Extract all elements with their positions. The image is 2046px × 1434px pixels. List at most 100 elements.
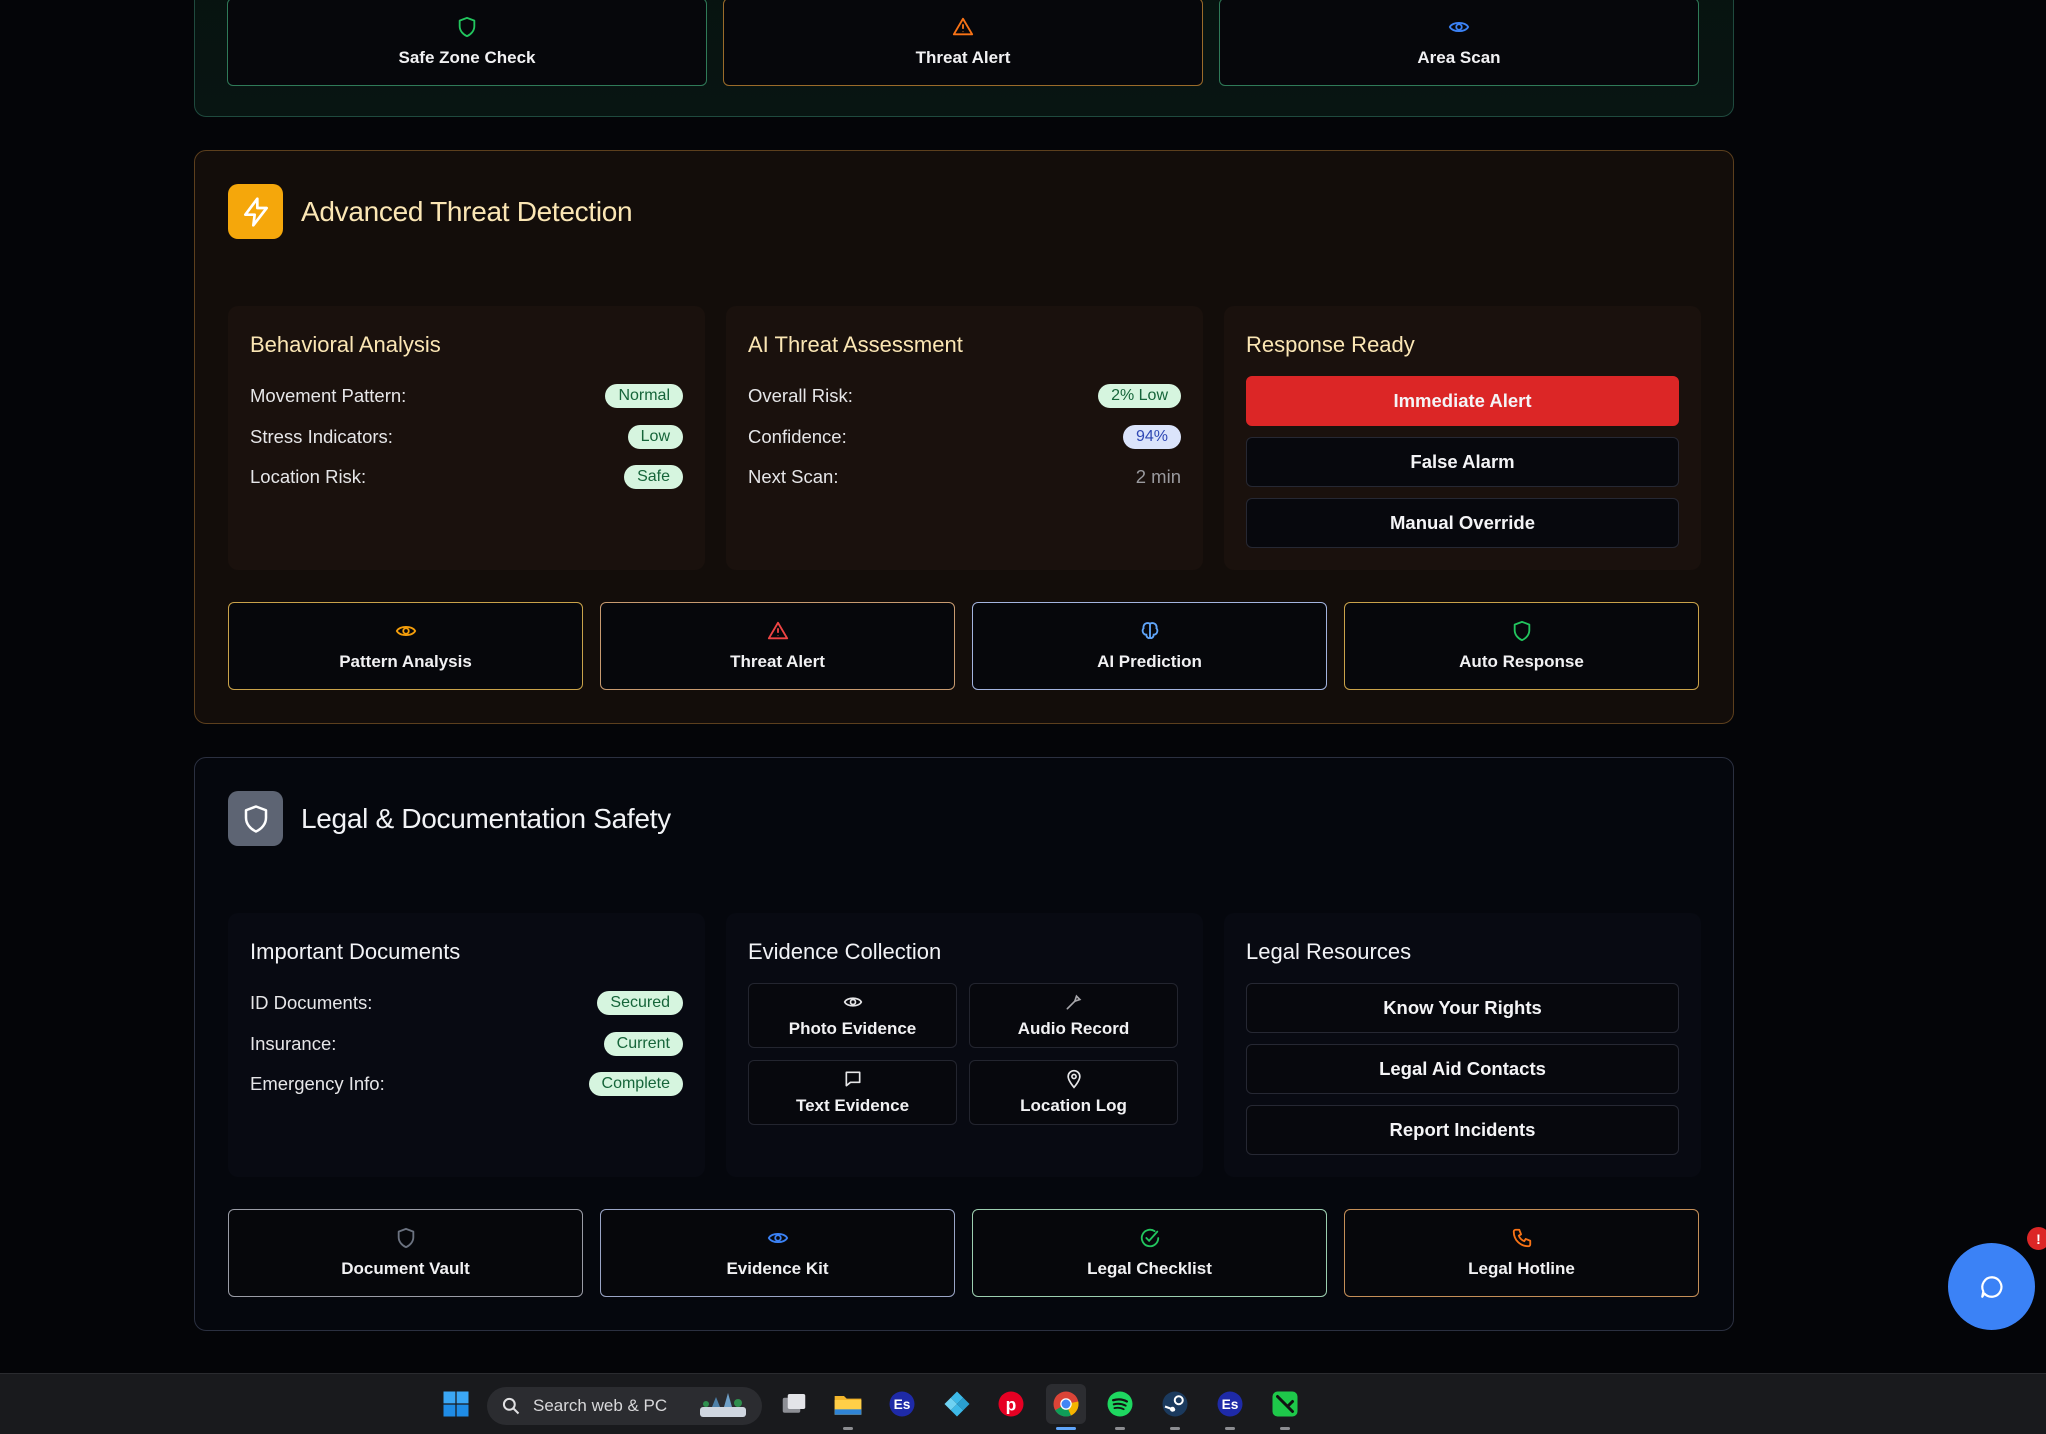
row-label: ID Documents:	[250, 992, 373, 1014]
row-label: Confidence:	[748, 425, 847, 447]
pinterest-icon[interactable]: p	[991, 1384, 1031, 1424]
eye-icon	[767, 1232, 788, 1244]
status-row: Emergency Info: Complete	[250, 1064, 683, 1105]
evidence-label: Text Evidence	[795, 1096, 910, 1115]
tile-label: Evidence Kit	[726, 1259, 829, 1278]
tile-label: Area Scan	[1417, 48, 1501, 67]
tile-label: Auto Response	[1459, 652, 1584, 671]
status-badge: Safe	[624, 465, 683, 490]
row-label: Location Risk:	[250, 466, 367, 488]
running-indicator	[1170, 1427, 1180, 1430]
text-evidence-button[interactable]: Text Evidence	[748, 1060, 957, 1125]
card-title: Legal Resources	[1246, 939, 1412, 964]
ai-prediction-button[interactable]: AI Prediction	[972, 602, 1327, 690]
running-indicator	[1056, 1427, 1076, 1430]
pattern-analysis-button[interactable]: Pattern Analysis	[228, 602, 583, 690]
section-header: Legal & Documentation Safety	[228, 791, 671, 846]
evidence-label: Audio Record	[1017, 1019, 1130, 1038]
card-title: Evidence Collection	[748, 939, 942, 964]
phone-icon	[1512, 1228, 1531, 1248]
legal-aid-contacts-button[interactable]: Legal Aid Contacts	[1246, 1044, 1679, 1094]
threat-alert-button[interactable]: Threat Alert	[600, 602, 955, 690]
spotify-icon[interactable]	[1100, 1384, 1140, 1430]
tile-label: Legal Checklist	[1087, 1259, 1212, 1278]
svg-text:p: p	[1006, 1394, 1017, 1414]
behavioral-analysis-card: Behavioral Analysis Movement Pattern: Nor…	[228, 306, 705, 570]
section-header: Advanced Threat Detection	[228, 184, 633, 239]
auto-response-button[interactable]: Auto Response	[1344, 602, 1699, 690]
status-row: ID Documents: Secured	[250, 983, 683, 1024]
chat-button[interactable]	[1948, 1243, 2035, 1330]
tile-label: AI Prediction	[1097, 652, 1202, 671]
evidence-label: Location Log	[1020, 1096, 1127, 1115]
taskbar-search[interactable]: Search web & PC	[487, 1387, 762, 1425]
check-circle-icon	[1140, 1228, 1159, 1248]
document-vault-button[interactable]: Document Vault	[228, 1209, 583, 1297]
immediate-alert-button[interactable]: Immediate Alert	[1246, 376, 1679, 426]
section-title: Legal & Documentation Safety	[301, 802, 671, 834]
eye-icon	[395, 625, 416, 637]
eye-icon	[843, 997, 862, 1007]
evidence-grid: Photo Evidence Audio Record Text Evidenc…	[748, 983, 1181, 1125]
windows-taskbar: Search web & PC Es p Es	[0, 1373, 2046, 1434]
safe-zone-check-button[interactable]: Safe Zone Check	[227, 0, 707, 86]
search-highlight-icon	[700, 1393, 746, 1417]
chrome-icon[interactable]	[1046, 1384, 1086, 1430]
false-alarm-button[interactable]: False Alarm	[1246, 437, 1679, 487]
app-icon[interactable]	[1265, 1384, 1305, 1430]
card-title: Important Documents	[250, 939, 461, 964]
threat-detection-panel: Advanced Threat Detection Behavioral Ana…	[194, 150, 1734, 724]
app-icon[interactable]: Es	[1210, 1384, 1250, 1430]
status-badge: Secured	[597, 991, 683, 1016]
card-title: Response Ready	[1246, 332, 1415, 357]
audio-record-button[interactable]: Audio Record	[969, 983, 1178, 1048]
running-indicator	[1280, 1427, 1290, 1430]
tile-label: Legal Hotline	[1468, 1259, 1575, 1278]
map-pin-icon	[1066, 1069, 1081, 1089]
area-scan-button[interactable]: Area Scan	[1219, 0, 1699, 86]
section-title: Advanced Threat Detection	[301, 195, 633, 227]
evidence-kit-button[interactable]: Evidence Kit	[600, 1209, 955, 1297]
microphone-icon	[1066, 994, 1081, 1010]
report-incidents-button[interactable]: Report Incidents	[1246, 1105, 1679, 1155]
legal-safety-panel: Legal & Documentation Safety Important D…	[194, 757, 1734, 1331]
status-row: Location Risk: Safe	[250, 457, 683, 498]
manual-override-button[interactable]: Manual Override	[1246, 498, 1679, 548]
app-icon[interactable]: Es	[882, 1384, 922, 1424]
tile-label: Pattern Analysis	[339, 652, 472, 671]
eye-icon	[1448, 21, 1470, 33]
status-row: Next Scan: 2 min	[748, 457, 1181, 498]
location-log-button[interactable]: Location Log	[969, 1060, 1178, 1125]
search-placeholder: Search web & PC	[533, 1396, 668, 1415]
photo-evidence-button[interactable]: Photo Evidence	[748, 983, 957, 1048]
next-scan-value: 2 min	[1135, 466, 1181, 488]
status-row: Overall Risk: 2% Low	[748, 376, 1181, 417]
brain-icon	[1141, 622, 1158, 640]
task-view-icon[interactable]	[774, 1384, 814, 1424]
legal-hotline-button[interactable]: Legal Hotline	[1344, 1209, 1699, 1297]
start-icon[interactable]	[436, 1384, 476, 1424]
file-explorer-icon[interactable]	[828, 1384, 868, 1430]
running-indicator	[1225, 1427, 1235, 1430]
risk-badge: 2% Low	[1098, 384, 1181, 409]
row-label: Stress Indicators:	[250, 425, 393, 447]
legal-checklist-button[interactable]: Legal Checklist	[972, 1209, 1327, 1297]
status-badge: Complete	[588, 1072, 683, 1097]
tile-label: Document Vault	[341, 1259, 470, 1278]
status-row: Stress Indicators: Low	[250, 417, 683, 458]
lightning-icon	[228, 184, 283, 239]
row-label: Overall Risk:	[748, 385, 853, 407]
card-title: AI Threat Assessment	[748, 332, 963, 357]
threat-alert-button[interactable]: Threat Alert	[723, 0, 1203, 86]
app-page: Safe Zone Check Threat Alert Area Scan A…	[0, 0, 2046, 1434]
know-your-rights-button[interactable]: Know Your Rights	[1246, 983, 1679, 1033]
notification-badge: !	[2027, 1227, 2046, 1250]
safety-tools-panel: Safe Zone Check Threat Alert Area Scan	[194, 0, 1734, 117]
shield-icon	[458, 16, 476, 38]
row-label: Next Scan:	[748, 466, 839, 488]
ai-threat-assessment-card: AI Threat Assessment Overall Risk: 2% Low…	[726, 306, 1203, 570]
response-ready-card: Response Ready Immediate Alert False Ala…	[1224, 306, 1701, 570]
status-row: Movement Pattern: Normal	[250, 376, 683, 417]
steam-icon[interactable]	[1155, 1384, 1195, 1430]
kodi-icon[interactable]	[937, 1384, 977, 1424]
